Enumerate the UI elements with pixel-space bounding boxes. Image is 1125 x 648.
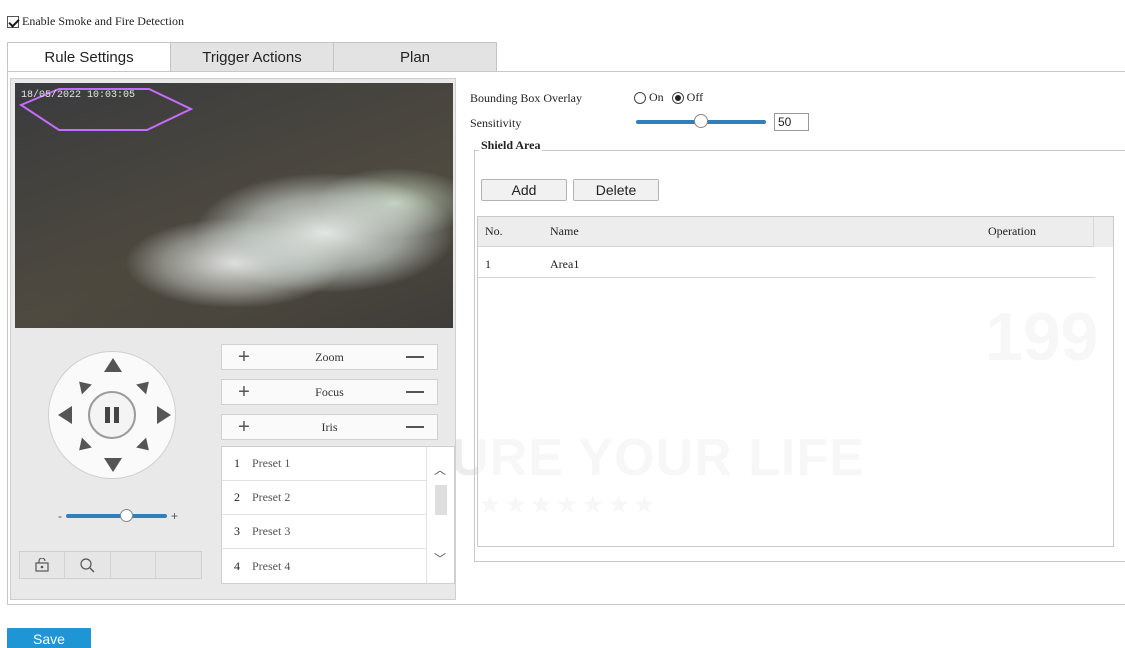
ptz-up-icon[interactable] <box>104 358 122 372</box>
ptz-tool-slot-3[interactable] <box>111 552 156 578</box>
preset-label: Preset 4 <box>252 558 291 573</box>
speed-minus-label: - <box>58 509 62 523</box>
tab-bar: Rule Settings Trigger Actions Plan <box>7 42 497 72</box>
bbox-overlay-label: Bounding Box Overlay <box>470 91 582 105</box>
preset-number: 3 <box>234 524 240 538</box>
zoom-in-button[interactable]: + <box>222 345 266 369</box>
bbox-overlay-on-label: On <box>649 90 664 104</box>
lock-icon[interactable] <box>20 552 66 578</box>
preset-label: Preset 3 <box>252 524 291 538</box>
column-header-operation: Operation <box>988 224 1036 238</box>
sensitivity-slider[interactable] <box>636 114 766 128</box>
preset-item[interactable]: 1 Preset 1 <box>222 447 428 481</box>
preset-item[interactable]: 3 Preset 3 <box>222 515 428 549</box>
preset-number: 4 <box>234 558 240 573</box>
focus-label: Focus <box>315 384 344 399</box>
row-no: 1 <box>485 257 491 271</box>
bbox-overlay-off-radio[interactable] <box>671 91 684 104</box>
delete-button[interactable]: Delete <box>573 179 659 201</box>
tab-rule-settings[interactable]: Rule Settings <box>7 42 171 72</box>
table-header: No. Name Operation <box>478 217 1095 247</box>
bbox-overlay-on-radio[interactable] <box>634 91 646 104</box>
focus-control: + Focus <box>221 379 438 405</box>
osd-timestamp: 18/05/2022 10:03:05 <box>21 90 136 101</box>
preset-scrollbar[interactable]: ︿ ﹀ <box>426 447 454 583</box>
preset-label: Preset 2 <box>252 490 291 504</box>
iris-open-button[interactable]: + <box>222 415 266 439</box>
zoom-label: Zoom <box>315 349 344 364</box>
preset-number: 2 <box>234 490 240 504</box>
speed-plus-label: + <box>170 509 178 523</box>
iris-label: Iris <box>321 419 338 434</box>
preset-number: 1 <box>234 456 240 470</box>
enable-detection-label: Enable Smoke and Fire Detection <box>22 14 184 28</box>
add-button[interactable]: Add <box>481 179 567 201</box>
bbox-overlay-on-option[interactable]: On <box>634 90 664 105</box>
focus-near-button[interactable]: + <box>222 380 266 404</box>
scroll-down-icon[interactable]: ﹀ <box>434 550 446 567</box>
ptz-tool-slot-4[interactable] <box>156 552 201 578</box>
ptz-pause-button[interactable] <box>88 391 136 439</box>
ptz-toolbar <box>19 551 202 579</box>
preset-item[interactable]: 2 Preset 2 <box>222 481 428 515</box>
focus-far-button[interactable] <box>393 380 437 404</box>
preset-label: Preset 1 <box>252 456 291 470</box>
sensitivity-label: Sensitivity <box>470 116 522 130</box>
column-header-name: Name <box>550 224 579 238</box>
live-video[interactable]: 18/05/2022 10:03:05 <box>15 83 453 328</box>
bbox-overlay-off-option[interactable]: Off <box>671 90 704 105</box>
preset-list: 1 Preset 1 2 Preset 2 3 Preset 3 4 Prese… <box>221 446 455 584</box>
table-row[interactable]: 1 Area1 <box>478 248 1095 278</box>
ptz-left-icon[interactable] <box>58 406 72 424</box>
enable-detection-checkbox[interactable] <box>7 15 19 28</box>
tab-trigger-actions[interactable]: Trigger Actions <box>170 42 334 72</box>
speed-knob[interactable] <box>119 509 133 522</box>
bbox-overlay-options: On Off <box>634 90 707 105</box>
iris-close-button[interactable] <box>393 415 437 439</box>
row-name: Area1 <box>550 257 580 271</box>
bbox-overlay-off-label: Off <box>686 90 704 104</box>
ptz-right-icon[interactable] <box>157 406 171 424</box>
table-header-end <box>1093 217 1113 247</box>
tab-plan[interactable]: Plan <box>333 42 497 72</box>
sensitivity-knob[interactable] <box>694 114 708 128</box>
sensitivity-input[interactable]: 50 <box>774 113 809 131</box>
shield-area-table: No. Name Operation 1 Area1 <box>477 216 1114 547</box>
column-header-no: No. <box>485 224 503 238</box>
iris-control: + Iris <box>221 414 438 440</box>
preset-item[interactable]: 4 Preset 4 <box>222 549 428 583</box>
ptz-speed-slider[interactable]: - + <box>58 506 178 526</box>
shield-area-title: Shield Area <box>479 138 543 153</box>
zoom-control: + Zoom <box>221 344 438 370</box>
scroll-up-icon[interactable]: ︿ <box>434 461 446 478</box>
speed-track[interactable] <box>66 509 167 522</box>
detection-area-overlay[interactable] <box>15 83 453 328</box>
scroll-thumb[interactable] <box>435 485 447 515</box>
zoom-out-button[interactable] <box>393 345 437 369</box>
save-button[interactable]: Save <box>7 628 91 648</box>
ptz-down-icon[interactable] <box>104 458 122 472</box>
pause-icon <box>105 407 119 423</box>
enable-detection-row[interactable]: Enable Smoke and Fire Detection <box>7 14 184 29</box>
3d-zoom-icon[interactable] <box>65 552 111 578</box>
